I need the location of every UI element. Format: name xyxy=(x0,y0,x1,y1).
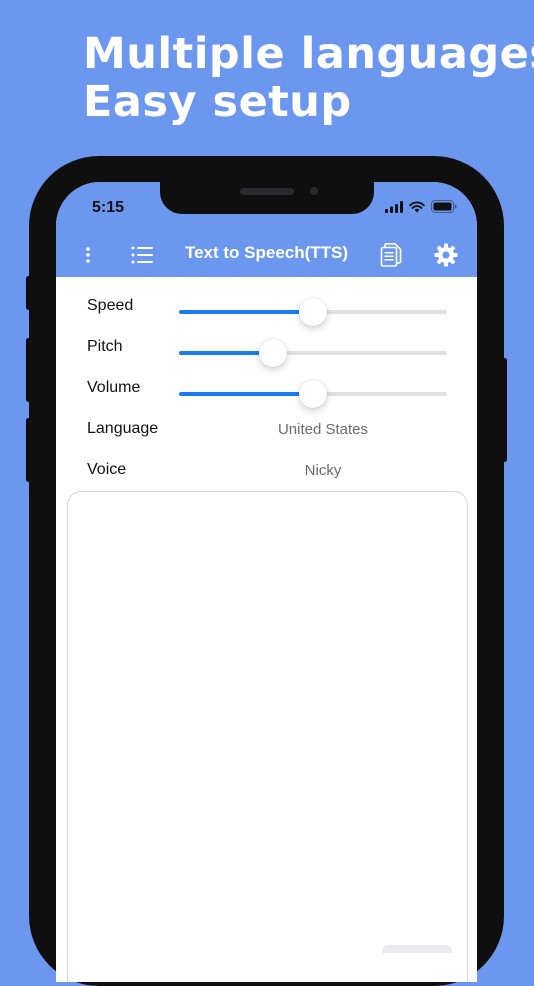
speed-label: Speed xyxy=(87,297,134,314)
battery-icon xyxy=(431,200,457,218)
nav-bar: Text to Speech(TTS) xyxy=(56,232,477,277)
signal-icon xyxy=(385,200,403,218)
language-value[interactable]: United States xyxy=(226,421,420,438)
status-time: 5:15 xyxy=(92,199,125,216)
volume-slider[interactable] xyxy=(179,380,447,408)
pitch-slider[interactable] xyxy=(179,339,447,367)
voice-row[interactable]: Voice Nicky xyxy=(56,450,477,491)
gear-icon[interactable] xyxy=(432,241,460,269)
action-button-edge[interactable] xyxy=(382,945,452,953)
pitch-slider-thumb[interactable] xyxy=(258,339,287,367)
speed-row: Speed xyxy=(56,286,477,327)
voice-label: Voice xyxy=(87,461,127,478)
voice-value[interactable]: Nicky xyxy=(226,462,420,479)
front-camera xyxy=(310,187,318,195)
earpiece-speaker xyxy=(240,188,294,195)
status-bar: 5:15 xyxy=(56,182,477,232)
pitch-label: Pitch xyxy=(87,338,123,355)
speech-text-input[interactable] xyxy=(67,491,468,982)
language-label: Language xyxy=(87,420,159,437)
volume-row: Volume xyxy=(56,368,477,409)
promo-line-2: Easy setup xyxy=(83,77,352,127)
promo-line-1: Multiple languages xyxy=(83,29,534,79)
volume-slider-thumb[interactable] xyxy=(299,380,327,408)
volume-slider-fill xyxy=(179,392,313,396)
volume-label: Volume xyxy=(87,379,141,396)
pitch-row: Pitch xyxy=(56,327,477,368)
notch xyxy=(160,182,374,214)
speed-slider-fill xyxy=(179,310,313,314)
promo-headline: Multiple languages Easy setup xyxy=(83,30,534,126)
wifi-icon xyxy=(409,200,425,218)
documents-icon[interactable] xyxy=(377,241,405,269)
nav-title: Text to Speech(TTS) xyxy=(184,243,349,262)
language-row[interactable]: Language United States xyxy=(56,409,477,450)
status-icons xyxy=(385,200,457,218)
speed-slider-thumb[interactable] xyxy=(299,298,327,326)
phone-screen: 5:15 Text to Speech(TTS) Speed Pitch Vol… xyxy=(56,182,477,982)
speed-slider[interactable] xyxy=(179,298,447,326)
